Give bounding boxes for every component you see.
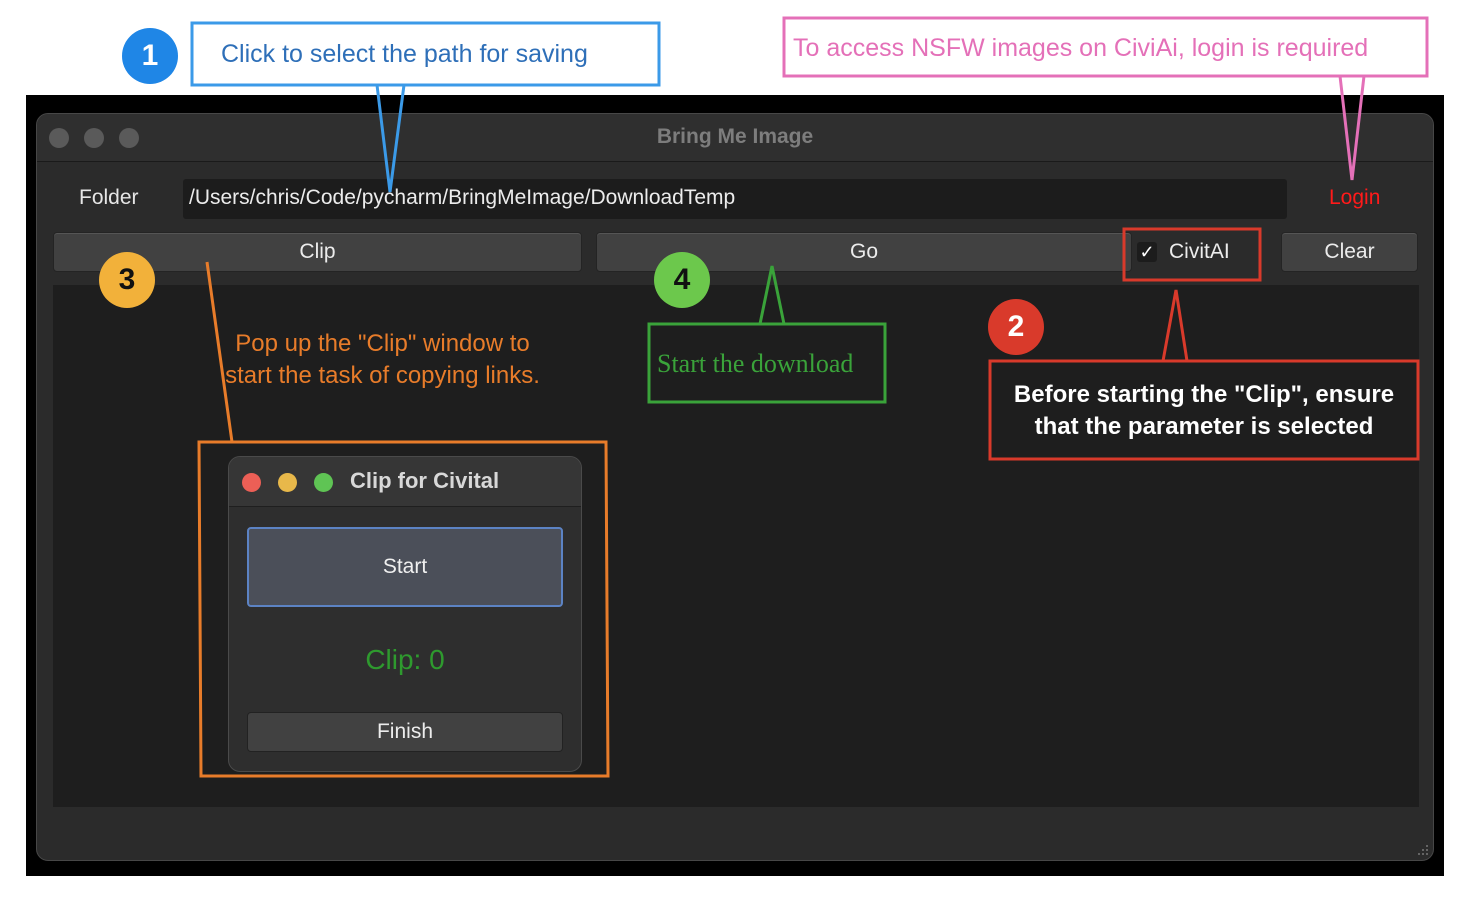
step-1-note: Click to select the path for saving: [221, 40, 588, 68]
login-note: To access NSFW images on CiviAi, login i…: [793, 34, 1369, 62]
step-4-badge: 4: [654, 252, 710, 308]
step-2-note: Before starting the "Clip", ensure that …: [1013, 381, 1395, 440]
step-2-badge: 2: [988, 299, 1044, 355]
step-3-badge: 3: [99, 252, 155, 308]
annotation-callouts: [190, 16, 1429, 778]
step-1-badge: 1: [122, 28, 178, 84]
step-3-note: Pop up the "Clip" window to start the ta…: [225, 330, 540, 389]
civitai-highlight-box: [1122, 227, 1262, 282]
step-4-note: Start the download: [657, 349, 854, 378]
